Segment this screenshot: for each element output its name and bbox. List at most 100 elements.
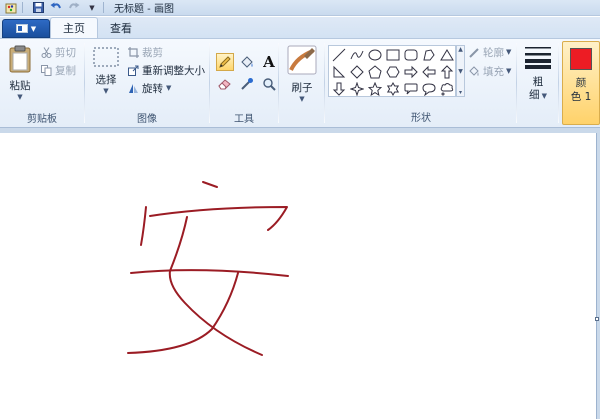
right-triangle-shape-icon[interactable] — [331, 64, 347, 80]
resize-icon — [127, 64, 139, 76]
select-button[interactable]: 选择 ▼ — [91, 47, 121, 95]
magnifier-icon[interactable] — [260, 75, 278, 93]
selection-icon — [93, 47, 119, 70]
brushes-button[interactable]: 刷子 ▼ — [282, 45, 322, 103]
text-icon[interactable]: A — [260, 53, 278, 71]
rotate-label: 旋转 — [142, 82, 163, 95]
color-picker-icon[interactable] — [238, 75, 256, 93]
brushes-label: 刷子 — [291, 82, 313, 94]
tab-view[interactable]: 查看 — [98, 17, 144, 38]
six-point-star-shape-icon[interactable] — [385, 81, 401, 97]
drawing-stroke — [140, 206, 147, 246]
right-arrow-shape-icon[interactable] — [403, 64, 419, 80]
undo-icon[interactable] — [49, 2, 63, 14]
shapes-group-label: 形状 — [411, 113, 431, 124]
scroll-down-icon[interactable]: ▼ — [458, 68, 463, 75]
four-point-star-shape-icon[interactable] — [349, 81, 365, 97]
paste-button[interactable]: 粘贴 ▼ — [6, 45, 34, 101]
ribbon-tab-row: ▼ 主页 查看 — [0, 17, 600, 38]
left-arrow-shape-icon[interactable] — [421, 64, 437, 80]
save-icon[interactable] — [31, 2, 45, 14]
divider — [558, 43, 559, 123]
drawing-stroke — [149, 206, 288, 231]
drawing-stroke — [127, 272, 239, 354]
divider — [324, 43, 325, 123]
size-label: 粗 细 ▼ — [528, 76, 548, 101]
chevron-down-icon: ▼ — [17, 93, 23, 101]
resize-button[interactable]: 重新调整大小 — [127, 63, 205, 77]
chevron-down-icon: ▼ — [30, 24, 37, 33]
rounded-callout-shape-icon[interactable] — [403, 81, 419, 97]
handwritten-drawing — [127, 181, 289, 356]
drawing-stroke — [168, 216, 263, 356]
eraser-icon[interactable] — [216, 75, 234, 93]
tools-group-label: 工具 — [234, 114, 254, 125]
chevron-down-icon: ▼ — [166, 84, 172, 92]
image-group: 选择 ▼ 裁剪 重新调整大小 旋转 ▼ 图像 — [85, 39, 209, 127]
customize-dropdown-icon[interactable]: ▼ — [85, 2, 99, 14]
crop-button[interactable]: 裁剪 — [127, 45, 163, 59]
shapes-gallery-scrollbar[interactable]: ▲ ▼ ▾ — [456, 45, 465, 97]
copy-icon — [40, 64, 52, 76]
copy-label: 复制 — [55, 64, 76, 77]
drawing-canvas[interactable] — [0, 133, 599, 419]
cut-button[interactable]: 剪切 — [40, 45, 76, 59]
chevron-down-icon: ▼ — [506, 48, 512, 56]
outline-button[interactable]: 轮廓 ▼ — [468, 45, 511, 59]
file-menu-icon — [15, 24, 28, 33]
divider — [22, 2, 23, 13]
line-width-icon — [525, 45, 551, 72]
chevron-down-icon: ▼ — [299, 95, 305, 103]
clipboard-group: 粘贴 ▼ 剪切 复制 剪贴板 — [0, 39, 84, 127]
size-button[interactable]: 粗 细 ▼ — [522, 45, 554, 102]
crop-label: 裁剪 — [142, 46, 163, 59]
window-title: 无标题 - 画图 — [114, 4, 174, 15]
canvas-resize-handle[interactable] — [595, 317, 599, 321]
line-shape-icon[interactable] — [331, 47, 347, 63]
redo-icon[interactable] — [67, 2, 81, 14]
fill-icon[interactable] — [238, 53, 256, 71]
paste-label: 粘贴 — [9, 80, 31, 92]
fill-button[interactable]: 填充 ▼ — [468, 64, 511, 78]
divider — [103, 2, 104, 13]
oval-callout-shape-icon[interactable] — [421, 81, 437, 97]
polygon-shape-icon[interactable] — [421, 47, 437, 63]
outline-label: 轮廓 — [483, 46, 504, 59]
fill-bucket-icon — [468, 65, 480, 77]
outline-icon — [468, 46, 480, 58]
scroll-up-icon[interactable]: ▲ — [458, 46, 463, 53]
oval-shape-icon[interactable] — [367, 47, 383, 63]
tab-home[interactable]: 主页 — [50, 17, 98, 38]
file-menu-button[interactable]: ▼ — [2, 19, 50, 38]
color-1-button[interactable]: 颜 色 1 — [562, 41, 600, 125]
color-1-label: 颜 色 1 — [570, 77, 592, 103]
rounded-rectangle-shape-icon[interactable] — [403, 47, 419, 63]
expand-gallery-icon[interactable]: ▾ — [459, 89, 462, 96]
tools-group: A 工具 — [210, 39, 278, 127]
triangle-shape-icon[interactable] — [439, 47, 455, 63]
clipboard-group-label: 剪贴板 — [27, 114, 57, 125]
cloud-callout-shape-icon[interactable] — [439, 81, 455, 97]
divider — [516, 43, 517, 123]
chevron-down-icon: ▼ — [539, 92, 548, 100]
image-group-label: 图像 — [137, 114, 157, 125]
rectangle-shape-icon[interactable] — [385, 47, 401, 63]
pentagon-shape-icon[interactable] — [367, 64, 383, 80]
ribbon: 粘贴 ▼ 剪切 复制 剪贴板 选择 ▼ 裁剪 重新调整大小 旋转 ▼ 图像 A … — [0, 38, 600, 128]
resize-label: 重新调整大小 — [142, 64, 205, 77]
paint-app-icon[interactable] — [4, 2, 18, 14]
rotate-button[interactable]: 旋转 ▼ — [127, 81, 171, 95]
drawing-stroke — [202, 181, 218, 188]
drawing-stroke — [130, 269, 289, 277]
diamond-shape-icon[interactable] — [349, 64, 365, 80]
hexagon-shape-icon[interactable] — [385, 64, 401, 80]
curve-shape-icon[interactable] — [349, 47, 365, 63]
five-point-star-shape-icon[interactable] — [367, 81, 383, 97]
fill-label: 填充 — [483, 65, 504, 78]
pencil-icon[interactable] — [216, 53, 234, 71]
up-arrow-shape-icon[interactable] — [439, 64, 455, 80]
down-arrow-shape-icon[interactable] — [331, 81, 347, 97]
brush-icon — [287, 45, 317, 78]
copy-button[interactable]: 复制 — [40, 63, 76, 77]
select-label: 选择 — [95, 74, 117, 86]
